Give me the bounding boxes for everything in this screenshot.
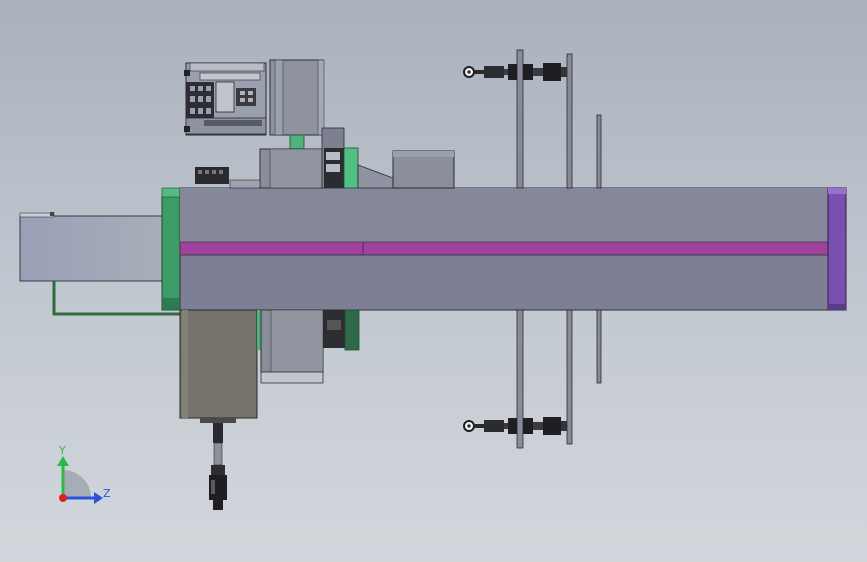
bottom-motor — [179, 309, 258, 510]
y-axis-label: Y — [58, 444, 66, 457]
right-end-cap — [827, 187, 847, 311]
cad-viewport[interactable]: Y Z — [0, 0, 867, 562]
bottom-cylinder — [463, 417, 567, 435]
top-cylinder — [463, 63, 567, 81]
z-axis-arrow-icon — [94, 492, 103, 504]
y-axis-arrow-icon — [57, 456, 69, 466]
axis-triad: Y Z — [57, 444, 111, 504]
main-beam — [179, 187, 829, 311]
triad-origin — [59, 494, 67, 502]
top-connector — [195, 167, 261, 189]
left-flange — [161, 187, 181, 311]
top-bracket-stack — [259, 59, 325, 189]
valve-block — [184, 62, 267, 136]
left-motor-cap — [19, 212, 163, 282]
slider-mechanism — [321, 127, 455, 189]
green-cable — [52, 281, 180, 316]
bottom-bracket — [257, 309, 360, 384]
assembly-drawing: Y Z — [19, 49, 847, 510]
z-axis-label: Z — [103, 487, 111, 500]
